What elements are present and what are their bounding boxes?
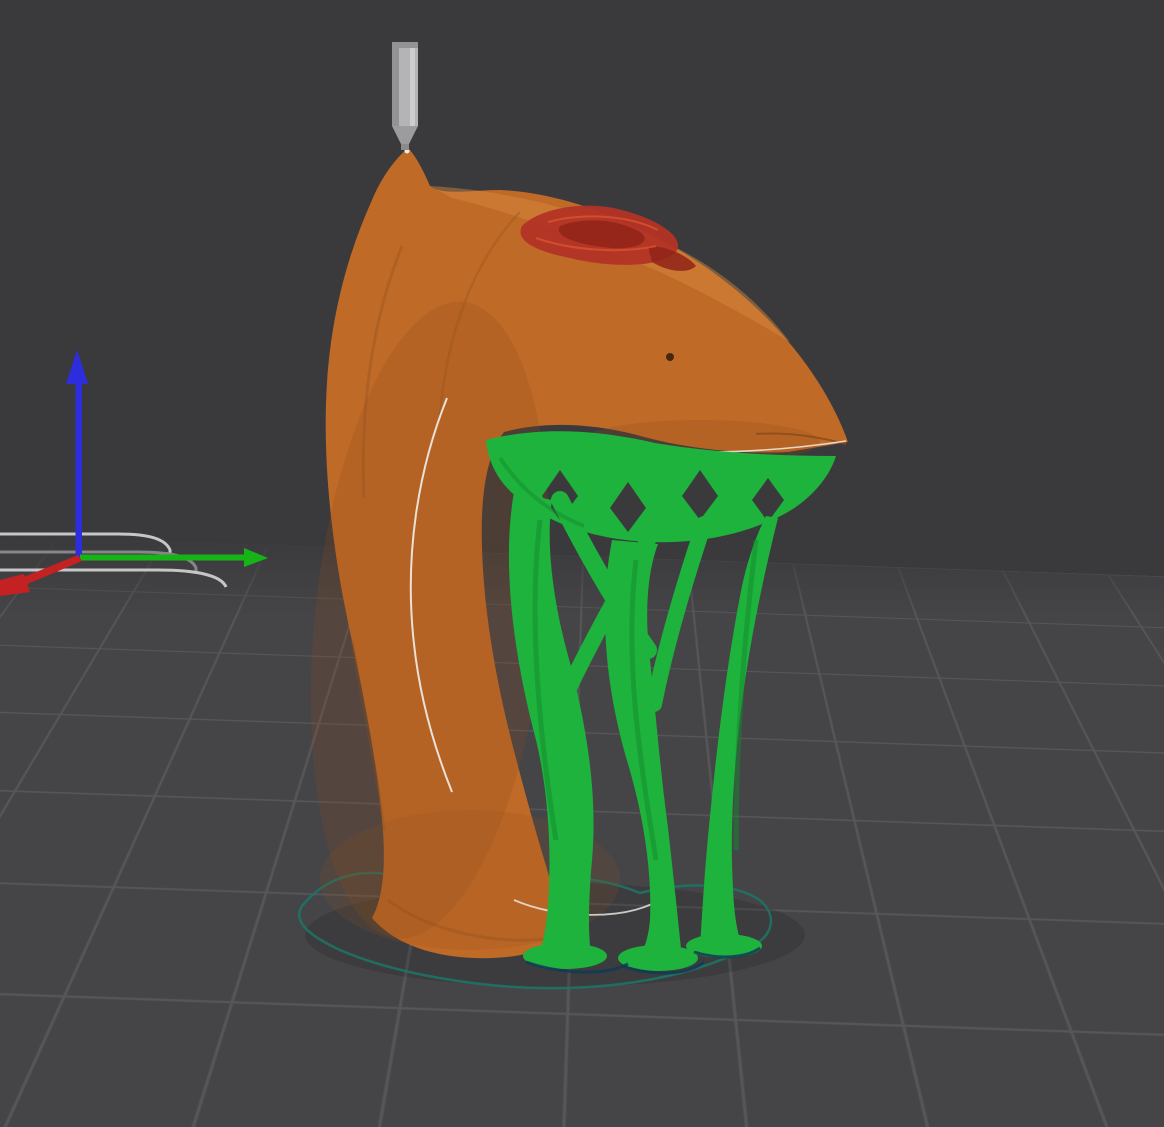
axis-gizmo xyxy=(0,350,268,596)
support-branch xyxy=(646,516,712,712)
nozzle-body-shade xyxy=(392,48,399,126)
z-axis-arrow xyxy=(66,350,88,558)
nozzle-tip xyxy=(401,144,409,150)
y-axis-shaft xyxy=(80,554,246,561)
nozzle-body-highlight xyxy=(410,48,415,126)
nozzle-indicator xyxy=(392,42,418,150)
y-axis-arrowhead xyxy=(244,548,268,567)
plate-edge-arc xyxy=(0,532,172,558)
dolphin-eye xyxy=(666,353,674,361)
z-axis-shaft xyxy=(75,378,82,558)
x-axis-arrow xyxy=(0,555,82,596)
slicer-3d-viewport[interactable] xyxy=(0,0,1164,1127)
z-axis-arrowhead xyxy=(66,350,88,384)
viewport-canvas[interactable] xyxy=(0,0,1164,1127)
nozzle-cone xyxy=(392,126,418,144)
